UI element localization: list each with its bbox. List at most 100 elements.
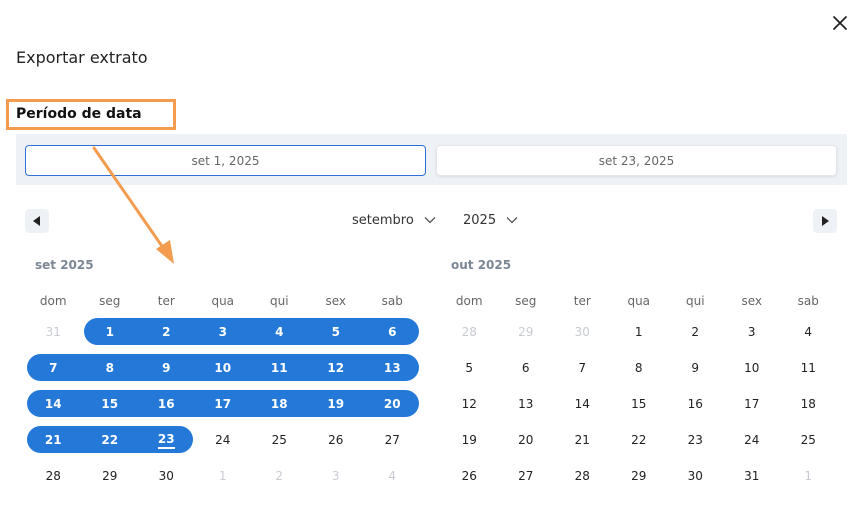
calendar-month-label: set 2025 (35, 258, 94, 272)
calendar-day-number: 2 (275, 469, 284, 483)
calendar-day[interactable]: 7 (554, 350, 611, 386)
calendar-week-row: 28 29 30 1 2 3 4 (25, 458, 421, 494)
calendar-day[interactable]: 29 (82, 458, 139, 494)
calendar-day[interactable]: 3 (724, 314, 781, 350)
calendar-day-selected[interactable]: 10 (195, 350, 252, 386)
calendar-day-selected[interactable]: 8 (82, 350, 139, 386)
calendar-day-selected[interactable]: 12 (308, 350, 365, 386)
weekday-label: ter (157, 294, 175, 308)
calendar-day-number: 15 (101, 397, 119, 411)
dialog-title: Exportar extrato (16, 48, 148, 67)
calendar-day-selected[interactable]: 17 (195, 386, 252, 422)
calendar-day[interactable]: 27 (498, 458, 555, 494)
calendar-day[interactable]: 23 (667, 422, 724, 458)
calendar-day-selected[interactable]: 2 (138, 314, 195, 350)
calendar-day-selected[interactable]: 1 (82, 314, 139, 350)
calendar-day[interactable]: 26 (308, 422, 365, 458)
calendar-day[interactable]: 29 (611, 458, 668, 494)
calendar-day[interactable]: 31 (724, 458, 781, 494)
calendar-day[interactable]: 28 (554, 458, 611, 494)
calendar-day[interactable]: 20 (498, 422, 555, 458)
calendar-day-selected[interactable]: 22 (82, 422, 139, 458)
calendar-day-selected[interactable]: 11 (251, 350, 308, 386)
calendar-day[interactable]: 14 (554, 386, 611, 422)
calendar-day-number: 31 (744, 469, 760, 483)
calendar-day-selected[interactable]: 15 (82, 386, 139, 422)
calendar-day-number: 20 (383, 397, 401, 411)
calendar-day-number: 31 (45, 325, 61, 339)
calendar-day-selected[interactable]: 5 (308, 314, 365, 350)
calendar-day[interactable]: 30 (138, 458, 195, 494)
calendar-day[interactable]: 17 (724, 386, 781, 422)
calendar-day-selected[interactable]: 3 (195, 314, 252, 350)
calendar-day-selected[interactable]: 20 (364, 386, 421, 422)
calendar-day-selected[interactable]: 16 (138, 386, 195, 422)
calendar-day-selected[interactable]: 13 (364, 350, 421, 386)
calendar-day[interactable]: 22 (611, 422, 668, 458)
close-button[interactable] (829, 12, 851, 34)
calendar-day-selected[interactable]: 21 (25, 422, 82, 458)
calendar-day[interactable]: 11 (780, 350, 837, 386)
calendar-day-number: 30 (687, 469, 703, 483)
calendar-day[interactable]: 18 (780, 386, 837, 422)
start-date-input[interactable]: set 1, 2025 (25, 145, 426, 176)
calendar-day-number: 28 (461, 325, 477, 339)
weekday-label: qui (685, 294, 705, 308)
calendar-day[interactable]: 5 (441, 350, 498, 386)
calendar-week-row: 14 15 16 17 18 19 20 (25, 386, 421, 422)
calendar-day[interactable]: 30 (667, 458, 724, 494)
calendar-day[interactable]: 27 (364, 422, 421, 458)
year-select[interactable]: 2025 (463, 210, 518, 230)
calendar-week-row: 12 13 14 15 16 17 18 (441, 386, 837, 422)
calendar-day[interactable]: 21 (554, 422, 611, 458)
calendar-day-selected[interactable]: 14 (25, 386, 82, 422)
calendar-day[interactable]: 4 (780, 314, 837, 350)
calendar-day-number: 14 (574, 397, 590, 411)
calendar-day[interactable]: 10 (724, 350, 781, 386)
month-select[interactable]: setembro (352, 210, 436, 230)
year-select-value: 2025 (463, 212, 497, 228)
calendar-day-outside-month: 3 (308, 458, 365, 494)
calendar-day-number: 10 (214, 361, 232, 375)
calendar-day[interactable]: 16 (667, 386, 724, 422)
calendar-day-number: 2 (691, 325, 700, 339)
calendar-day[interactable]: 25 (780, 422, 837, 458)
weekday-header-row: dom seg ter qua qui sex sab (25, 288, 421, 314)
calendar-day-number: 29 (102, 469, 118, 483)
calendar-day-number: 5 (331, 325, 340, 339)
calendar-day-selected[interactable]: 6 (364, 314, 421, 350)
calendar-day-number: 4 (275, 325, 284, 339)
weekday-label: dom (39, 294, 67, 308)
previous-month-button[interactable] (25, 209, 49, 233)
calendar-day-selected[interactable]: 4 (251, 314, 308, 350)
calendar-day[interactable]: 26 (441, 458, 498, 494)
calendar-day[interactable]: 28 (25, 458, 82, 494)
calendar-day-number: 29 (518, 325, 534, 339)
calendar-day[interactable]: 13 (498, 386, 555, 422)
calendar-day-number: 17 (744, 397, 760, 411)
calendar-day-selected[interactable]: 18 (251, 386, 308, 422)
calendar-day[interactable]: 8 (611, 350, 668, 386)
calendar-day-selected[interactable]: 19 (308, 386, 365, 422)
calendar-week-row: 26 27 28 29 30 31 1 (441, 458, 837, 494)
calendar-day-selected[interactable]: 7 (25, 350, 82, 386)
calendar-day[interactable]: 24 (195, 422, 252, 458)
calendar-day[interactable]: 1 (611, 314, 668, 350)
calendar-day[interactable]: 19 (441, 422, 498, 458)
calendar-day-number: 1 (634, 325, 643, 339)
calendar-day[interactable]: 12 (441, 386, 498, 422)
next-month-button[interactable] (813, 209, 837, 233)
calendar-day[interactable]: 9 (667, 350, 724, 386)
end-date-input[interactable]: set 23, 2025 (436, 145, 837, 176)
calendar-day[interactable]: 25 (251, 422, 308, 458)
calendar-day-number: 26 (461, 469, 477, 483)
calendar-day[interactable]: 6 (498, 350, 555, 386)
calendar-day-number: 13 (518, 397, 534, 411)
triangle-right-icon (822, 216, 829, 226)
calendar-day-number: 16 (687, 397, 703, 411)
calendar-day[interactable]: 2 (667, 314, 724, 350)
calendar-day-selected[interactable]: 23 (138, 422, 195, 458)
calendar-day-selected[interactable]: 9 (138, 350, 195, 386)
calendar-day[interactable]: 15 (611, 386, 668, 422)
calendar-day[interactable]: 24 (724, 422, 781, 458)
